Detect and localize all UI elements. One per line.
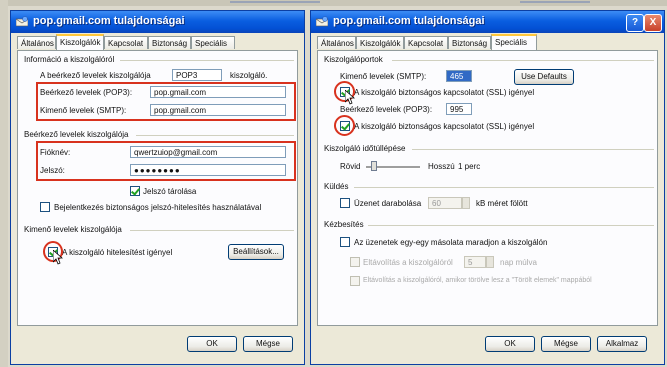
outgoing-server-group-label: Kimenő levelek kiszolgálója	[24, 225, 122, 234]
remember-password-label: Jelszó tárolása	[143, 187, 197, 196]
right-cancel-button[interactable]: Mégse	[541, 336, 591, 352]
remove-after-label: Eltávolítás a kiszolgálóról	[363, 258, 453, 267]
timeout-slider-thumb[interactable]	[371, 161, 378, 171]
pop3-port-field[interactable]: 995	[446, 103, 472, 115]
left-tab-security[interactable]: Biztonság	[148, 36, 191, 49]
incoming-server-group-label: Beérkező levelek kiszolgálója	[24, 130, 129, 139]
leave-copy-checkbox[interactable]	[340, 237, 350, 247]
use-defaults-button[interactable]: Use Defaults	[514, 69, 574, 85]
mouse-pointer-icon	[345, 90, 355, 105]
timeout-long-label: Hosszú	[428, 162, 455, 171]
left-properties-dialog: pop.gmail.com tulajdonságai Általános Ki…	[10, 10, 305, 365]
left-tab-advanced[interactable]: Speciális	[191, 36, 235, 49]
left-servers-panel: Információ a kiszolgálóról A beérkező le…	[17, 50, 298, 326]
group-divider	[136, 135, 294, 136]
desktop-left-strip	[0, 0, 8, 367]
mail-account-icon	[316, 16, 328, 27]
mouse-pointer-icon	[53, 250, 63, 265]
delivery-group-label: Kézbesítés	[324, 220, 364, 229]
secure-password-auth-checkbox[interactable]	[40, 202, 50, 212]
right-tab-connection[interactable]: Kapcsolat	[404, 36, 448, 49]
split-size-field[interactable]: 60	[428, 197, 462, 209]
group-divider	[392, 60, 654, 61]
right-advanced-panel: Kiszolgálóportok Kimenő levelek (SMTP): …	[317, 50, 658, 326]
smtp-auth-label: A kiszolgáló hitelesítést igényel	[62, 248, 173, 257]
highlight-pop3-ssl	[334, 115, 355, 136]
left-ok-button[interactable]: OK	[187, 336, 237, 352]
highlight-server-names	[36, 82, 296, 121]
outgoing-settings-button[interactable]: Beállítások...	[228, 244, 284, 260]
right-tab-security[interactable]: Biztonság	[448, 36, 491, 49]
close-button[interactable]: X	[644, 14, 662, 32]
left-cancel-button[interactable]: Mégse	[243, 336, 293, 352]
remove-after-spinner[interactable]	[486, 256, 494, 268]
remove-deleted-checkbox[interactable]	[350, 276, 360, 286]
smtp-ssl-label: A kiszolgáló biztonságos kapcsolatot (SS…	[354, 88, 535, 97]
right-tab-servers[interactable]: Kiszolgálók	[356, 36, 404, 49]
incoming-type-suffix: kiszolgáló.	[230, 71, 268, 80]
left-tab-servers[interactable]: Kiszolgálók	[56, 34, 104, 50]
highlight-credentials	[36, 141, 296, 181]
remember-password-checkbox[interactable]	[130, 186, 140, 196]
group-divider	[368, 225, 654, 226]
split-messages-checkbox[interactable]	[340, 198, 350, 208]
right-tab-advanced[interactable]: Speciális	[491, 34, 537, 50]
mail-account-icon	[16, 16, 28, 27]
background-window-edge	[230, 1, 320, 3]
split-size-spinner[interactable]	[462, 197, 470, 209]
smtp-port-label: Kimenő levelek (SMTP):	[340, 72, 427, 81]
smtp-port-field[interactable]: 465	[446, 70, 472, 82]
remove-deleted-label: Eltávolítás a kiszolgálóról, amikor törö…	[363, 277, 592, 284]
timeout-value: 1 perc	[458, 162, 481, 171]
group-divider	[120, 60, 294, 61]
remove-after-days-field[interactable]: 5	[464, 256, 486, 268]
left-tab-connection[interactable]: Kapcsolat	[104, 36, 148, 49]
group-divider	[130, 230, 294, 231]
apply-button[interactable]: Alkalmaz	[597, 336, 647, 352]
group-divider	[354, 187, 654, 188]
timeout-short-label: Rövid	[340, 162, 361, 171]
server-info-group-label: Információ a kiszolgálóról	[24, 55, 115, 64]
right-title-bar[interactable]: pop.gmail.com tulajdonságai ? X	[311, 11, 664, 33]
leave-copy-label: Az üzenetek egy-egy másolata maradjon a …	[354, 238, 548, 247]
split-messages-label: Üzenet darabolása	[354, 199, 422, 208]
sending-group-label: Küldés	[324, 182, 349, 191]
group-divider	[412, 149, 654, 150]
right-tab-general[interactable]: Általános	[317, 36, 356, 49]
split-size-suffix: kB méret fölött	[476, 199, 528, 208]
pop3-ssl-label: A kiszolgáló biztonságos kapcsolatot (SS…	[354, 122, 535, 131]
left-tab-general[interactable]: Általános	[17, 36, 56, 49]
remove-after-suffix: nap múlva	[500, 258, 537, 267]
left-title-bar[interactable]: pop.gmail.com tulajdonságai	[11, 11, 304, 33]
timeout-group-label: Kiszolgáló időtúllépése	[324, 144, 406, 153]
pop3-port-label: Beérkező levelek (POP3):	[340, 105, 433, 114]
secure-password-auth-label: Bejelentkezés biztonságos jelszó-hiteles…	[54, 203, 262, 212]
right-properties-dialog: pop.gmail.com tulajdonságai ? X Általáno…	[310, 10, 665, 365]
right-window-title: pop.gmail.com tulajdonságai	[333, 15, 485, 27]
help-button[interactable]: ?	[626, 14, 644, 32]
background-window-edge	[520, 1, 590, 3]
right-ok-button[interactable]: OK	[485, 336, 535, 352]
incoming-type-field[interactable]: POP3	[172, 69, 222, 81]
left-window-title: pop.gmail.com tulajdonságai	[33, 15, 185, 27]
remove-after-checkbox[interactable]	[350, 257, 360, 267]
incoming-type-label: A beérkező levelek kiszolgálója	[40, 71, 151, 80]
server-ports-group-label: Kiszolgálóportok	[324, 55, 383, 64]
